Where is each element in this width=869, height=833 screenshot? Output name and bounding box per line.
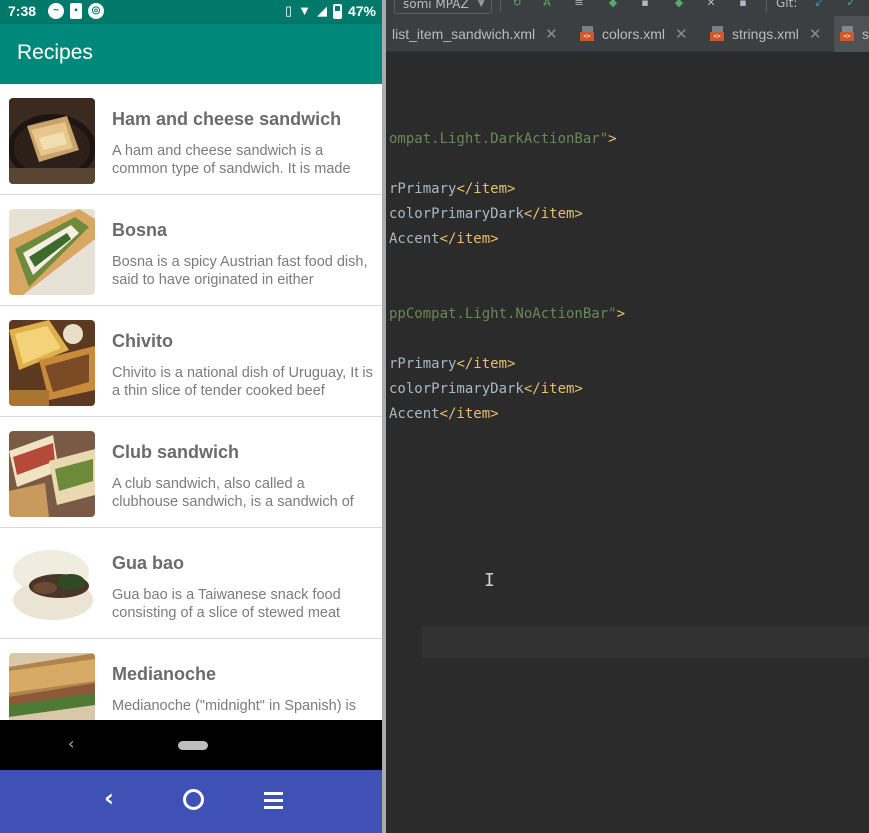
recipe-description: Chivito is a national dish of Uruguay, I… xyxy=(112,365,373,399)
device-selector[interactable]: somi MPAZ ▼ xyxy=(394,0,492,14)
android-studio-editor: somi MPAZ ▼ ↻ A ≡ ◆ ▪ ◆ ✕ ▪ Git: ↙ ✓ lis… xyxy=(386,0,869,833)
sim-icon: ▪ xyxy=(70,3,82,19)
code-line: colorPrimaryDark</item> xyxy=(389,381,583,397)
recipe-title: Medianoche xyxy=(112,664,217,684)
recipe-title: Ham and cheese sandwich xyxy=(112,109,342,129)
git-update-icon[interactable]: ↙ xyxy=(812,0,826,10)
system-icons: ▯ ▼ ◢ 47% xyxy=(285,3,376,19)
back-icon[interactable]: ‹ xyxy=(104,784,114,812)
layout-inspector-icon[interactable]: ▪ xyxy=(736,0,750,10)
home-icon[interactable] xyxy=(183,789,204,810)
screen: somi MPAZ ▼ ↻ A ≡ ◆ ▪ ◆ ✕ ▪ Git: ↙ ✓ lis… xyxy=(0,0,869,833)
recipe-image xyxy=(9,98,95,184)
tab-colors[interactable]: <> colors.xml ✕ xyxy=(580,16,688,52)
tab-styles[interactable]: <> s xyxy=(834,16,869,52)
tab-strings[interactable]: <> strings.xml ✕ xyxy=(710,16,821,52)
menu-icon[interactable] xyxy=(264,792,283,813)
xml-file-icon: <> xyxy=(710,26,726,42)
ide-toolbar: somi MPAZ ▼ ↻ A ≡ ◆ ▪ ◆ ✕ ▪ Git: ↙ ✓ xyxy=(386,0,869,16)
recipe-image xyxy=(9,209,95,295)
recipe-image xyxy=(9,431,95,517)
close-icon[interactable]: ✕ xyxy=(545,25,558,43)
apply-code-changes-icon[interactable]: A xyxy=(540,0,554,10)
device-selector-label: somi MPAZ xyxy=(403,0,469,11)
recipe-title: Gua bao xyxy=(112,553,185,573)
apply-changes-icon[interactable]: ↻ xyxy=(510,0,524,10)
tab-label: colors.xml xyxy=(602,26,666,42)
status-bar: 7:38 ~ ▪ ◎ ▯ ▼ ◢ 47% xyxy=(0,0,382,24)
recipe-item[interactable]: Bosna Bosna is a spicy Austrian fast foo… xyxy=(0,195,382,306)
system-navigation-bar: ‹ xyxy=(0,720,382,770)
recipe-description: Bosna is a spicy Austrian fast food dish… xyxy=(112,254,368,288)
recipe-title: Chivito xyxy=(112,331,173,351)
recipe-item[interactable]: Gua bao Gua bao is a Taiwanese snack foo… xyxy=(0,528,382,639)
recipe-item[interactable]: Club sandwich A club sandwich, also call… xyxy=(0,417,382,528)
git-label: Git: xyxy=(776,0,798,10)
code-line: rPrimary</item> xyxy=(389,181,516,197)
recipe-item[interactable]: Chivito Chivito is a national dish of Ur… xyxy=(0,306,382,417)
code-line: Accent</item> xyxy=(389,231,499,247)
close-icon[interactable]: ✕ xyxy=(675,25,688,43)
text-cursor-icon: I xyxy=(484,570,495,591)
recipe-image xyxy=(9,320,95,406)
back-icon[interactable]: ‹ xyxy=(68,734,74,753)
recipe-item[interactable]: Medianoche Medianoche ("midnight" in Spa… xyxy=(0,639,382,720)
recipe-list[interactable]: Ham and cheese sandwich A ham and cheese… xyxy=(0,84,382,720)
editor-tabs: list_item_sandwich.xml ✕ <> colors.xml ✕… xyxy=(386,16,869,52)
profile-icon[interactable]: ◆ xyxy=(606,0,620,10)
code-line: rPrimary</item> xyxy=(389,356,516,372)
app-title: Recipes xyxy=(17,41,93,64)
code-line: ompat.Light.DarkActionBar"> xyxy=(389,131,617,147)
battery-percent: 47% xyxy=(347,3,376,19)
code-editor[interactable]: ompat.Light.DarkActionBar"> rPrimary</it… xyxy=(386,52,869,833)
recipe-description: A ham and cheese sandwich is a common ty… xyxy=(112,143,351,177)
code-line: ppCompat.Light.NoActionBar"> xyxy=(389,306,626,322)
avd-manager-icon[interactable]: ◆ xyxy=(672,0,686,10)
recipe-title: Bosna xyxy=(112,220,168,240)
phone-emulator: 7:38 ~ ▪ ◎ ▯ ▼ ◢ 47% Recipes Ham and che… xyxy=(0,0,386,833)
battery-icon xyxy=(332,3,342,19)
recipe-title: Club sandwich xyxy=(112,442,240,462)
recipe-item[interactable]: Ham and cheese sandwich A ham and cheese… xyxy=(0,84,382,195)
close-icon[interactable]: ✕ xyxy=(809,25,822,43)
status-time: 7:38 xyxy=(8,3,37,19)
toolbar-separator xyxy=(766,0,767,12)
code-line: Accent</item> xyxy=(389,406,499,422)
xml-file-icon: <> xyxy=(840,26,856,42)
chevron-down-icon: ▼ xyxy=(477,0,485,9)
wifi-icon: ▼ xyxy=(298,3,311,18)
attach-debugger-icon[interactable]: ▪ xyxy=(638,0,652,10)
sync-icon[interactable]: ≡ xyxy=(572,0,586,10)
tab-list-item-sandwich[interactable]: list_item_sandwich.xml ✕ xyxy=(392,16,558,52)
git-commit-icon[interactable]: ✓ xyxy=(844,0,858,10)
home-pill[interactable] xyxy=(178,741,208,750)
vibrate-icon: ▯ xyxy=(284,3,293,18)
signal-icon: ◢ xyxy=(316,3,327,18)
recipe-image xyxy=(9,653,95,720)
current-line-highlight xyxy=(398,626,869,658)
recipe-description: Medianoche ("midnight" in Spanish) is xyxy=(112,698,357,714)
messenger-icon: ~ xyxy=(48,3,64,19)
app-bar: Recipes xyxy=(0,24,382,84)
emulator-navigation-bar: ‹ xyxy=(0,770,382,833)
notification-icons: ~ ▪ ◎ xyxy=(48,3,104,19)
code-line: colorPrimaryDark</item> xyxy=(389,206,583,222)
recipe-image xyxy=(9,542,95,628)
sdk-manager-icon[interactable]: ✕ xyxy=(704,0,718,10)
tab-label: strings.xml xyxy=(732,26,799,42)
recipe-description: A club sandwich, also called a clubhouse… xyxy=(112,476,354,510)
toolbar-separator xyxy=(500,0,501,12)
tab-label: list_item_sandwich.xml xyxy=(392,26,536,42)
xml-file-icon: <> xyxy=(580,26,596,42)
data-saver-icon: ◎ xyxy=(88,3,104,19)
tab-label: s xyxy=(862,26,869,42)
recipe-description: Gua bao is a Taiwanese snack food consis… xyxy=(112,587,341,621)
